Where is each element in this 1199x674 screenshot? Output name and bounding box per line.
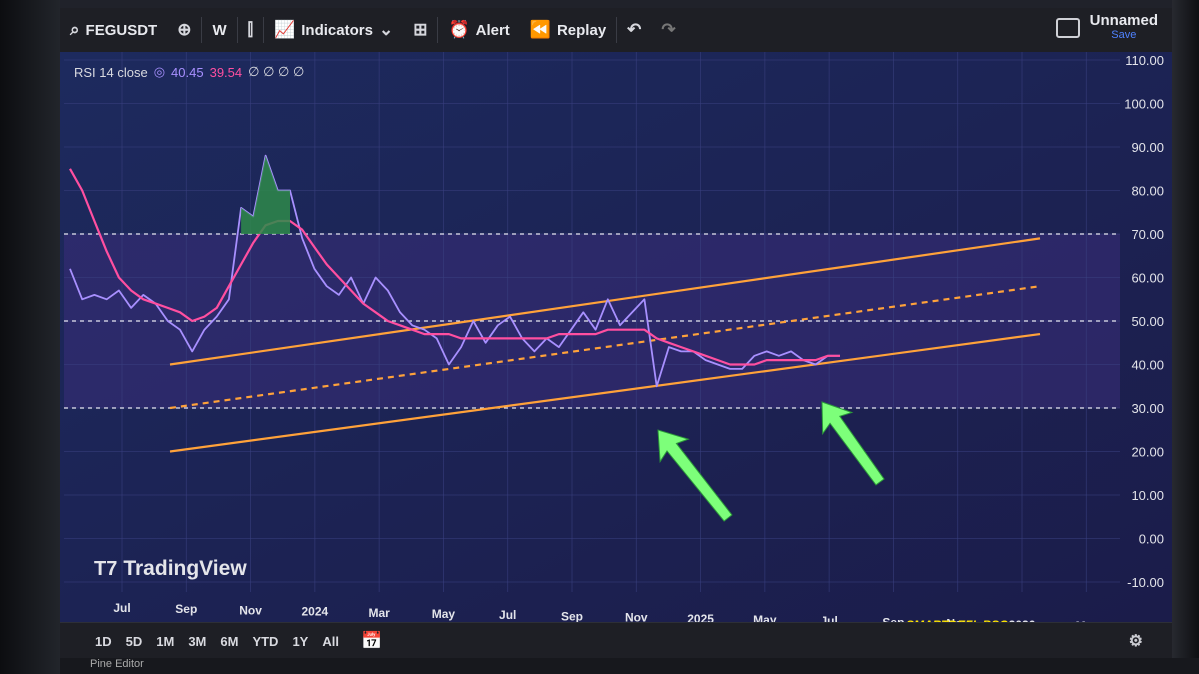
range-1d[interactable]: 1D [88, 634, 119, 649]
x-tick-label: 2025 [687, 612, 714, 622]
bezel-right [1169, 0, 1199, 674]
range-5d[interactable]: 5D [119, 634, 150, 649]
range-3m[interactable]: 3M [181, 634, 213, 649]
alert-button[interactable]: ⏰ Alert [438, 8, 519, 52]
y-tick-label: 80.00 [1131, 184, 1164, 199]
legend-rsi-value: 40.45 [171, 64, 204, 80]
x-tick-label: 2024 [302, 605, 329, 619]
y-tick-label: 0.00 [1139, 532, 1164, 547]
layout-name[interactable]: Unnamed Save [1090, 12, 1158, 41]
save-label: Save [1111, 29, 1137, 41]
chevron-down-icon: ⌄ [378, 20, 394, 39]
y-tick-label: -10.00 [1127, 575, 1164, 590]
range-ytd[interactable]: YTD [245, 634, 285, 649]
layout-name-label: Unnamed [1089, 12, 1158, 29]
y-tick-label: 70.00 [1131, 227, 1164, 242]
candles-icon: ⫿ [247, 20, 254, 39]
x-tick-label: Sep [561, 609, 583, 622]
symbol-label: FEGUSDT [85, 21, 158, 39]
legend-name: RSI 14 close [74, 64, 148, 80]
y-tick-label: 20.00 [1131, 445, 1164, 460]
plus-circle-icon: ⊕ [177, 20, 192, 39]
replay-label: Replay [556, 21, 607, 39]
grid-icon: ⊞ [413, 20, 428, 39]
x-tick-label: Jul [499, 608, 516, 622]
x-tick-label: May [432, 607, 456, 621]
range-1y[interactable]: 1Y [285, 634, 315, 649]
x-tick-label: Sep [175, 602, 197, 616]
y-tick-label: 10.00 [1131, 488, 1164, 503]
redo-icon: ↷ [661, 20, 676, 39]
x-tick-label: Nov [625, 611, 648, 622]
redo-button[interactable]: ↷ [651, 8, 685, 52]
range-all[interactable]: All [315, 634, 346, 649]
calendar-icon[interactable]: 📅 [354, 631, 389, 651]
bezel-left [0, 0, 60, 674]
y-tick-label: 40.00 [1131, 358, 1164, 373]
x-tick-label: Mar [368, 606, 390, 620]
search-icon: ⌕ [70, 20, 80, 39]
x-tick-label: Jul [113, 601, 130, 615]
alert-label: Alert [475, 21, 510, 39]
indicators-button[interactable]: 📈 Indicators ⌄ [264, 8, 403, 52]
layout-icon[interactable] [1056, 18, 1080, 38]
x-tick-label: Nov [239, 603, 262, 617]
indicators-icon: 📈 [274, 20, 296, 39]
y-tick-label: 110.00 [1125, 53, 1164, 68]
chart-pane[interactable]: 110.00 100.00 90.00 80.00 70.00 60.00 50.00 40.… [60, 52, 1172, 633]
legend-placeholders: ∅ ∅ ∅ ∅ [248, 64, 305, 79]
pine-editor-tab[interactable]: Pine Editor [60, 658, 1199, 674]
indicator-legend: RSI 14 close ◎ 40.45 39.54 ∅ ∅ ∅ ∅ [74, 64, 304, 80]
range-bar: 1D 5D 1M 3M 6M YTD 1Y All 📅 ⚙ [60, 622, 1172, 659]
rewind-icon: ⏪ [529, 20, 551, 39]
symbol-search[interactable]: ⌕ FEGUSDT [60, 8, 167, 52]
indicators-label: Indicators [301, 21, 373, 39]
templates-button[interactable]: ⊞ [403, 8, 437, 52]
undo-icon: ↶ [627, 20, 642, 39]
rsi-chart[interactable]: 110.00 100.00 90.00 80.00 70.00 60.00 50.00 40.… [60, 52, 1172, 633]
settings-circle-icon[interactable]: ◎ [154, 64, 165, 80]
interval-label: W [212, 21, 227, 39]
x-tick-label: Sep [882, 615, 904, 622]
y-tick-label: 90.00 [1131, 140, 1164, 155]
compare-button[interactable]: ⊕ [167, 8, 201, 52]
y-tick-label: 30.00 [1131, 401, 1164, 416]
y-tick-label: 100.00 [1124, 97, 1164, 112]
gear-icon[interactable]: ⚙ [1122, 631, 1150, 651]
alarm-clock-icon: ⏰ [448, 20, 470, 39]
x-tick-label: May [753, 613, 777, 622]
y-tick-label: 60.00 [1131, 271, 1164, 286]
legend-ma-value: 39.54 [209, 64, 243, 80]
undo-button[interactable]: ↶ [617, 8, 651, 52]
replay-button[interactable]: ⏪ Replay [520, 8, 616, 52]
range-6m[interactable]: 6M [213, 634, 245, 649]
top-toolbar: ⌕ FEGUSDT ⊕ W ⫿ 📈 Indicators ⌄ ⊞ ⏰ Alert… [60, 8, 1172, 53]
tradingview-app: ⌕ FEGUSDT ⊕ W ⫿ 📈 Indicators ⌄ ⊞ ⏰ Alert… [60, 0, 1199, 674]
chart-type-button[interactable]: ⫿ [238, 8, 263, 52]
watermark-text: TradingView [123, 557, 247, 580]
y-tick-label: 50.00 [1131, 314, 1164, 329]
tradingview-logo-icon: T7 [94, 557, 118, 580]
x-tick-label: Jul [820, 614, 837, 622]
interval-button[interactable]: W [202, 8, 236, 52]
range-1m[interactable]: 1M [149, 634, 181, 649]
tradingview-watermark: T7 TradingView [94, 557, 247, 581]
